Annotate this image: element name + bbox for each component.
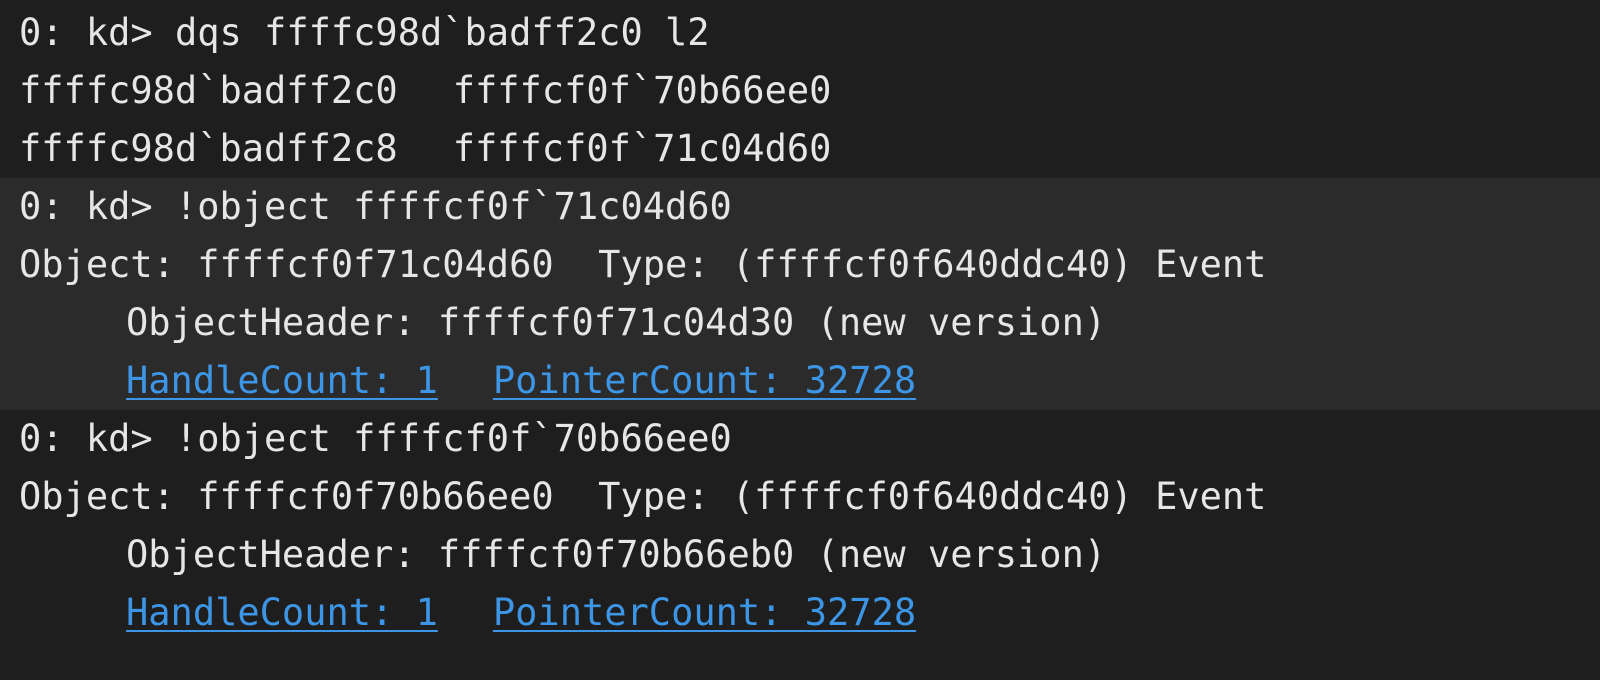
debugger-console: 0: kd> dqs ffffc98d`badff2c0 l2 ffffc98d… <box>0 0 1600 680</box>
object-header-line: ObjectHeader: ffffcf0f70b66eb0 (new vers… <box>126 533 1107 576</box>
command-line: 0: kd> dqs ffffc98d`badff2c0 l2 <box>0 4 1600 62</box>
kd-prompt: 0: kd> <box>19 11 175 54</box>
kd-prompt: 0: kd> <box>19 185 175 228</box>
pointer-count-link[interactable]: PointerCount: 32728 <box>493 359 916 402</box>
dqs-address: ffffc98d`badff2c8 <box>19 127 398 170</box>
dqs-value: ffffcf0f`70b66ee0 <box>452 69 832 112</box>
command-block-dqs: 0: kd> dqs ffffc98d`badff2c0 l2 ffffc98d… <box>0 4 1600 178</box>
command-block-object-1: 0: kd> !object ffffcf0f`71c04d60 Object:… <box>0 178 1600 410</box>
object-counts-line: HandleCount: 1 PointerCount: 32728 <box>0 584 1600 642</box>
dqs-output-row: ffffc98d`badff2c8 ffffcf0f`71c04d60 <box>0 120 1600 178</box>
dqs-value: ffffcf0f`71c04d60 <box>452 127 832 170</box>
command-text: !object ffffcf0f`70b66ee0 <box>174 417 732 460</box>
pointer-count-link[interactable]: PointerCount: 32728 <box>493 591 916 634</box>
object-info-line: Object: ffffcf0f70b66ee0 Type: (ffffcf0f… <box>19 475 1267 518</box>
dqs-output-row: ffffc98d`badff2c0 ffffcf0f`70b66ee0 <box>0 62 1600 120</box>
kd-prompt: 0: kd> <box>19 417 175 460</box>
command-line: 0: kd> !object ffffcf0f`70b66ee0 <box>0 410 1600 468</box>
object-counts-line: HandleCount: 1 PointerCount: 32728 <box>0 352 1600 410</box>
dqs-address: ffffc98d`badff2c0 <box>19 69 398 112</box>
object-info-line: Object: ffffcf0f71c04d60 Type: (ffffcf0f… <box>19 243 1267 286</box>
object-header-line: ObjectHeader: ffffcf0f71c04d30 (new vers… <box>126 301 1107 344</box>
handle-count-link[interactable]: HandleCount: 1 <box>126 359 438 402</box>
command-block-object-2: 0: kd> !object ffffcf0f`70b66ee0 Object:… <box>0 410 1600 642</box>
command-text: !object ffffcf0f`71c04d60 <box>174 185 732 228</box>
handle-count-link[interactable]: HandleCount: 1 <box>126 591 438 634</box>
command-line: 0: kd> !object ffffcf0f`71c04d60 <box>0 178 1600 236</box>
command-text: dqs ffffc98d`badff2c0 l2 <box>174 11 710 54</box>
